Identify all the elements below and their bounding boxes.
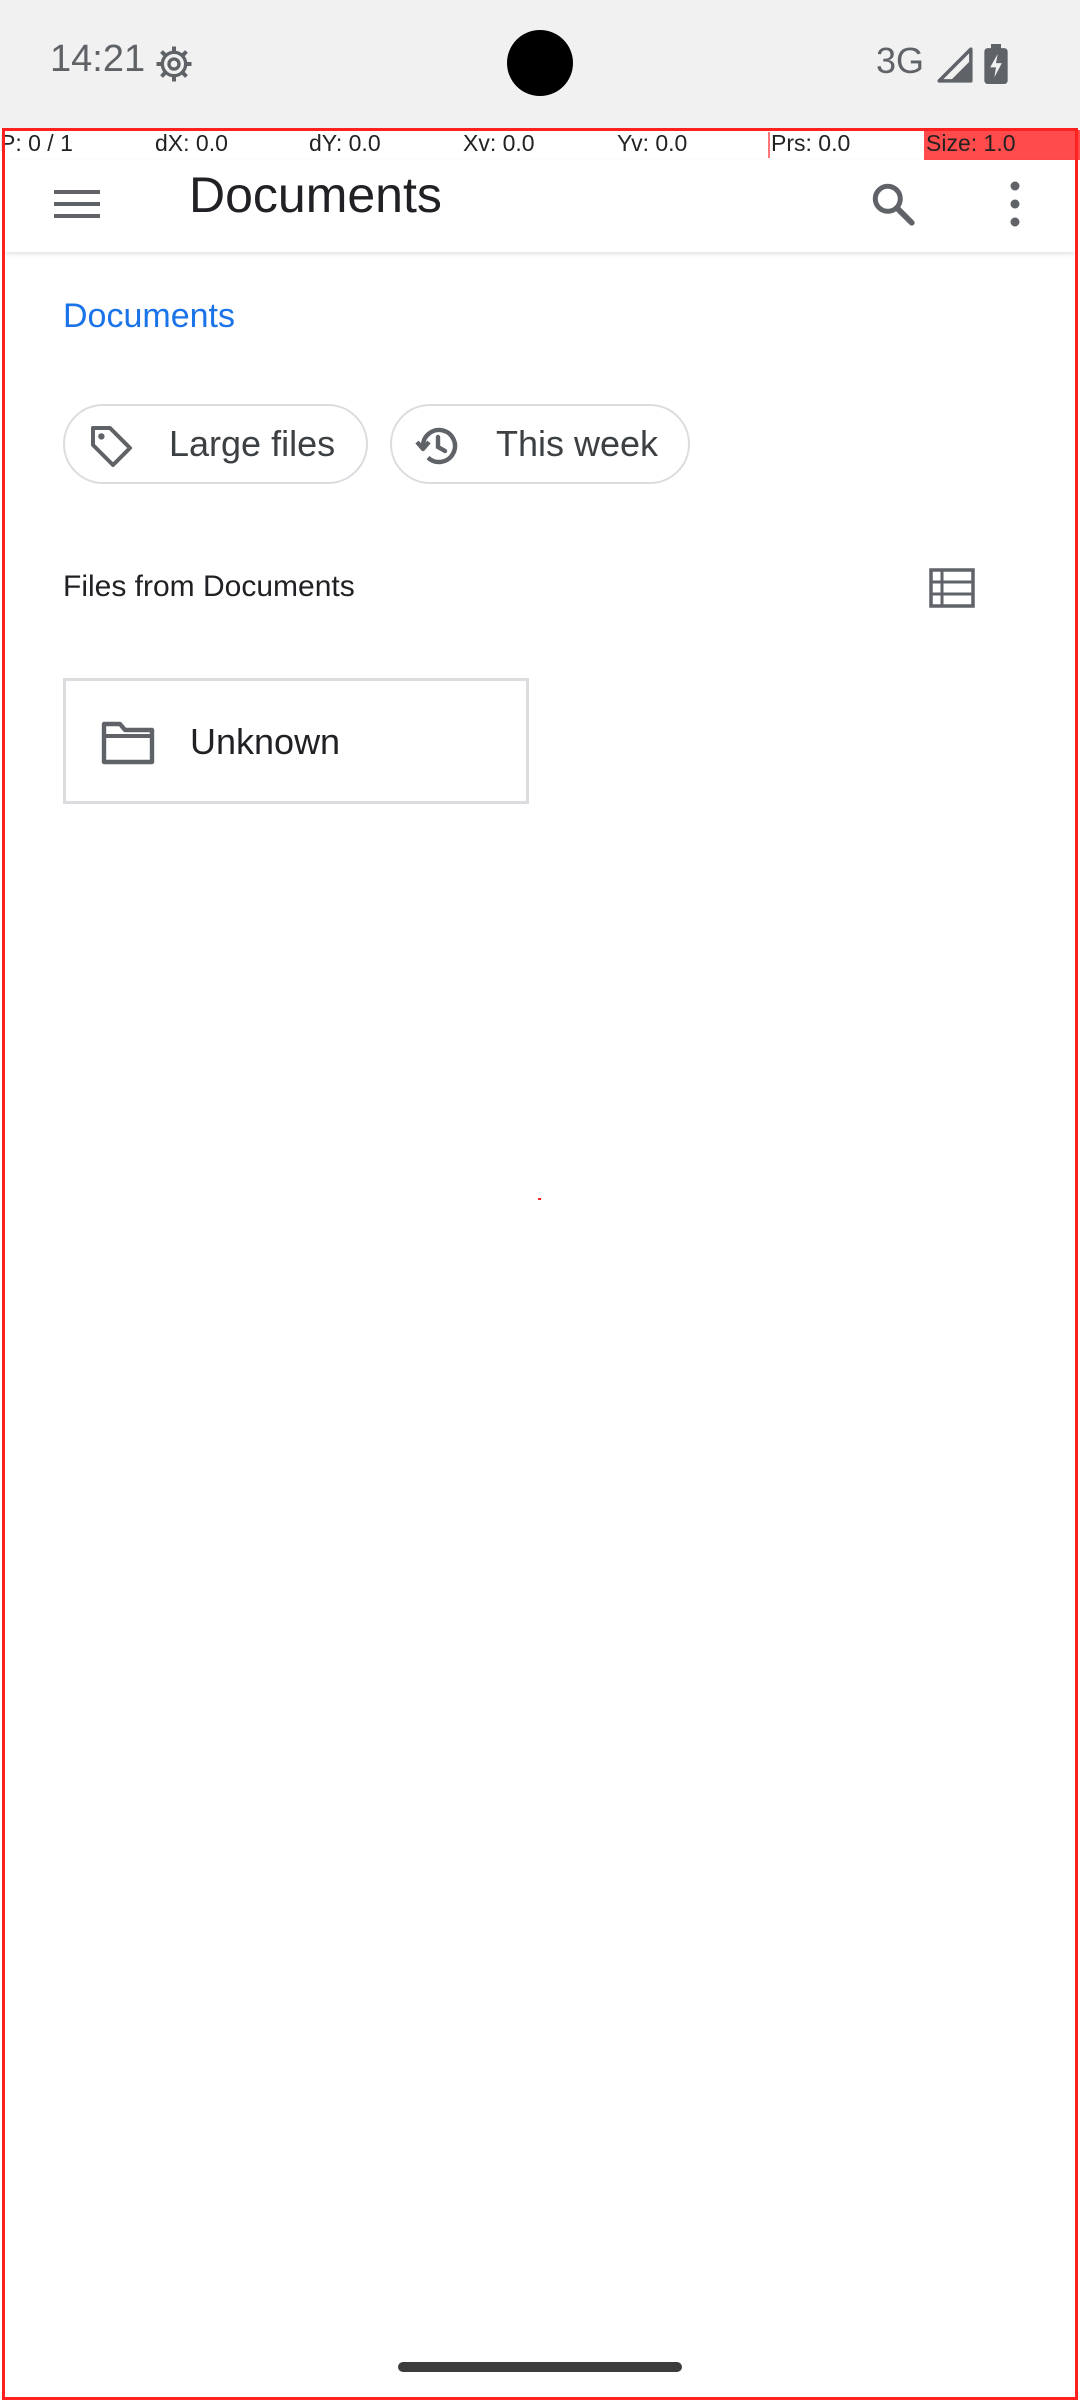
pointer-trace-dot [538, 1198, 541, 1200]
signal-icon [937, 47, 973, 83]
menu-button[interactable] [41, 168, 113, 240]
status-time: 14:21 [50, 38, 146, 80]
pointer-count: P: 0 / 1 [0, 130, 73, 156]
battery-charging-icon [984, 44, 1008, 84]
search-button[interactable] [857, 168, 929, 240]
pointer-size-highlight: Size: 1.0 [924, 130, 1080, 160]
more-options-button[interactable] [979, 168, 1051, 240]
pointer-dx: dX: 0.0 [155, 130, 228, 156]
history-icon [415, 427, 458, 465]
pointer-size: Size: 1.0 [926, 130, 1016, 156]
chip-large-files[interactable]: Large files [63, 404, 368, 484]
menu-icon [54, 190, 100, 218]
folder-item[interactable]: Unknown [63, 678, 529, 804]
chip-this-week[interactable]: This week [390, 404, 690, 484]
gesture-navigation-bar[interactable] [398, 2362, 682, 2372]
pointer-tick [768, 132, 770, 158]
pointer-xv: Xv: 0.0 [463, 130, 535, 156]
status-bar: 14:21 3G [0, 0, 1080, 128]
page-title: Documents [189, 167, 442, 223]
label-tag-icon [91, 426, 132, 467]
list-view-icon [929, 568, 975, 608]
view-toggle-button[interactable] [920, 560, 984, 616]
pointer-yv: Yv: 0.0 [617, 130, 688, 156]
app-bar: Documents [5, 160, 1075, 252]
folder-item-label: Unknown [190, 721, 341, 762]
breadcrumb[interactable]: Documents [63, 297, 235, 336]
chip-large-files-label: Large files [169, 423, 336, 464]
chip-this-week-label: This week [496, 423, 659, 464]
folder-icon [101, 721, 155, 765]
pointer-location-overlay: P: 0 / 1 dX: 0.0 dY: 0.0 Xv: 0.0 Yv: 0.0… [0, 128, 1080, 160]
pointer-dy: dY: 0.0 [309, 130, 381, 156]
settings-gear-icon [156, 46, 192, 82]
section-title: Files from Documents [63, 570, 355, 603]
front-camera-cutout [507, 30, 573, 96]
more-vert-icon [1010, 181, 1020, 227]
network-type: 3G [876, 40, 925, 81]
pointer-pressure: Prs: 0.0 [771, 130, 851, 156]
search-icon [872, 183, 915, 226]
